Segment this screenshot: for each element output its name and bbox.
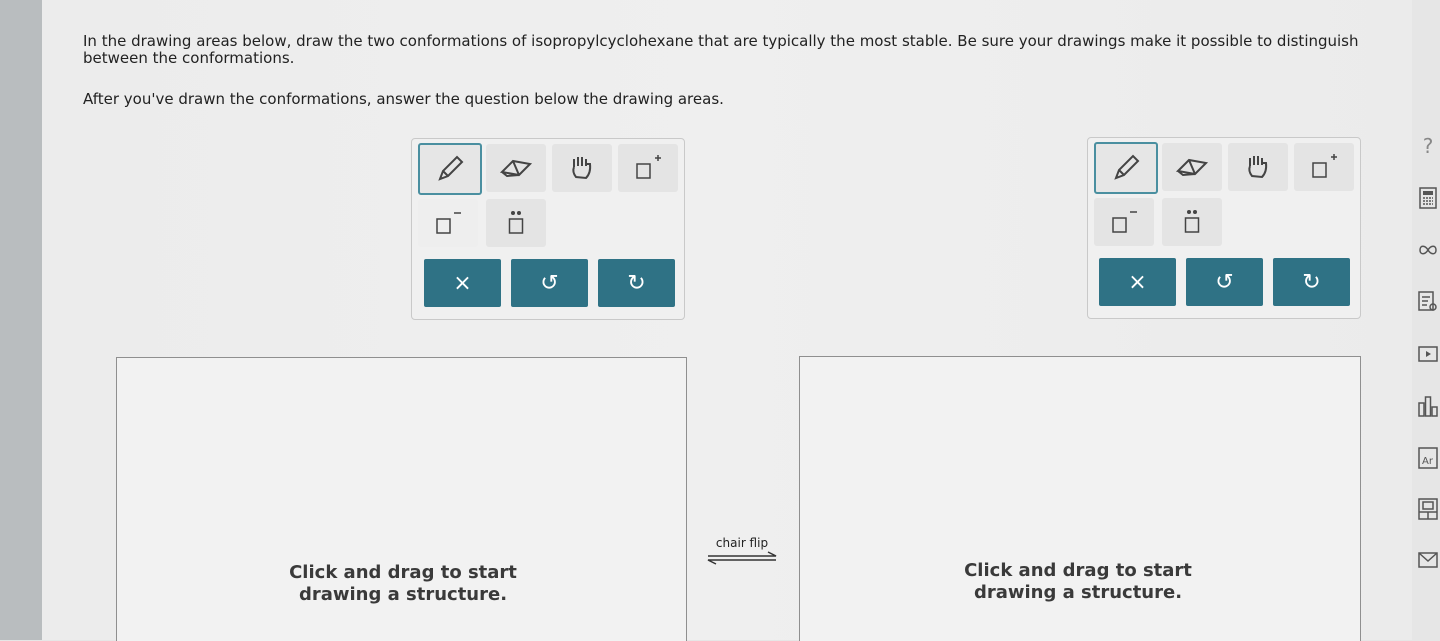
question-prompt: In the drawing areas below, draw the two… [83, 32, 1359, 67]
right-sidebar: ? Ar [1412, 0, 1440, 640]
add-positive-charge-button[interactable] [1294, 143, 1354, 191]
pencil-tool-button[interactable] [1094, 142, 1158, 194]
canvas-hint-line1: Click and drag to start [964, 560, 1192, 581]
undo-button[interactable]: ↺ [1186, 258, 1263, 306]
calculator-button[interactable] [1416, 186, 1440, 210]
pencil-icon [1114, 154, 1140, 180]
infinity-button[interactable] [1416, 238, 1440, 262]
add-positive-charge-icon [636, 155, 661, 179]
chart-button[interactable] [1416, 394, 1440, 418]
explanation-button[interactable] [1416, 290, 1440, 314]
mail-icon [1418, 552, 1438, 568]
eraser-tool-button[interactable] [1162, 143, 1222, 191]
canvas-hint-line2: drawing a structure. [298, 584, 508, 605]
redo-button[interactable]: ↻ [1273, 258, 1350, 306]
hand-icon [1248, 156, 1268, 179]
data-icon [1418, 498, 1438, 520]
calculator-icon [1419, 187, 1437, 209]
canvas-hint: Click and drag to start drawing a struct… [928, 560, 1228, 604]
eraser-icon [1175, 158, 1209, 177]
pencil-icon [438, 155, 464, 181]
periodic-table-icon: Ar [1418, 447, 1438, 469]
lone-pair-icon [508, 211, 524, 234]
drawing-toolbar-left: × ↺ ↻ [411, 138, 685, 320]
drawing-canvas-left[interactable]: Click and drag to start drawing a struct… [116, 357, 687, 641]
chart-icon [1418, 396, 1438, 417]
chair-flip-equilibrium: chair flip [706, 536, 778, 569]
drawing-canvas-right[interactable]: Click and drag to start drawing a struct… [799, 356, 1361, 641]
redo-button[interactable]: ↻ [598, 259, 675, 307]
canvas-hint: Click and drag to start drawing a struct… [253, 562, 553, 606]
clear-button[interactable]: × [424, 259, 501, 307]
chair-flip-label: chair flip [715, 536, 769, 550]
clear-button[interactable]: × [1099, 258, 1176, 306]
explanation-icon [1418, 291, 1437, 311]
equilibrium-arrows-icon [707, 551, 777, 565]
periodic-table-button[interactable]: Ar [1416, 446, 1440, 470]
undo-button[interactable]: ↺ [511, 259, 588, 307]
canvas-hint-line1: Click and drag to start [289, 562, 517, 583]
help-button[interactable]: ? [1416, 134, 1440, 158]
infinity-icon [1419, 245, 1437, 255]
pencil-tool-button[interactable] [418, 143, 482, 195]
video-button[interactable] [1416, 342, 1440, 366]
lone-pair-button[interactable] [486, 199, 546, 247]
add-negative-charge-icon [1112, 211, 1137, 233]
svg-text:Ar: Ar [1422, 456, 1434, 467]
move-tool-button[interactable] [552, 144, 612, 192]
add-negative-charge-button[interactable] [418, 199, 478, 247]
add-positive-charge-icon [1312, 154, 1337, 178]
move-tool-button[interactable] [1228, 143, 1288, 191]
add-negative-charge-button[interactable] [1094, 198, 1154, 246]
question-instruction: After you've drawn the conformations, an… [83, 90, 724, 108]
mail-button[interactable] [1416, 548, 1440, 572]
lone-pair-icon [1184, 210, 1200, 233]
drawing-toolbar-right: × ↺ ↻ [1087, 137, 1361, 319]
add-negative-charge-icon [436, 212, 461, 234]
canvas-hint-line2: drawing a structure. [973, 582, 1183, 603]
add-positive-charge-button[interactable] [618, 144, 678, 192]
eraser-icon [499, 159, 533, 178]
eraser-tool-button[interactable] [486, 144, 546, 192]
data-button[interactable] [1416, 497, 1440, 521]
window-edge [0, 0, 42, 640]
lone-pair-button[interactable] [1162, 198, 1222, 246]
video-icon [1418, 346, 1438, 362]
hand-icon [572, 157, 592, 180]
